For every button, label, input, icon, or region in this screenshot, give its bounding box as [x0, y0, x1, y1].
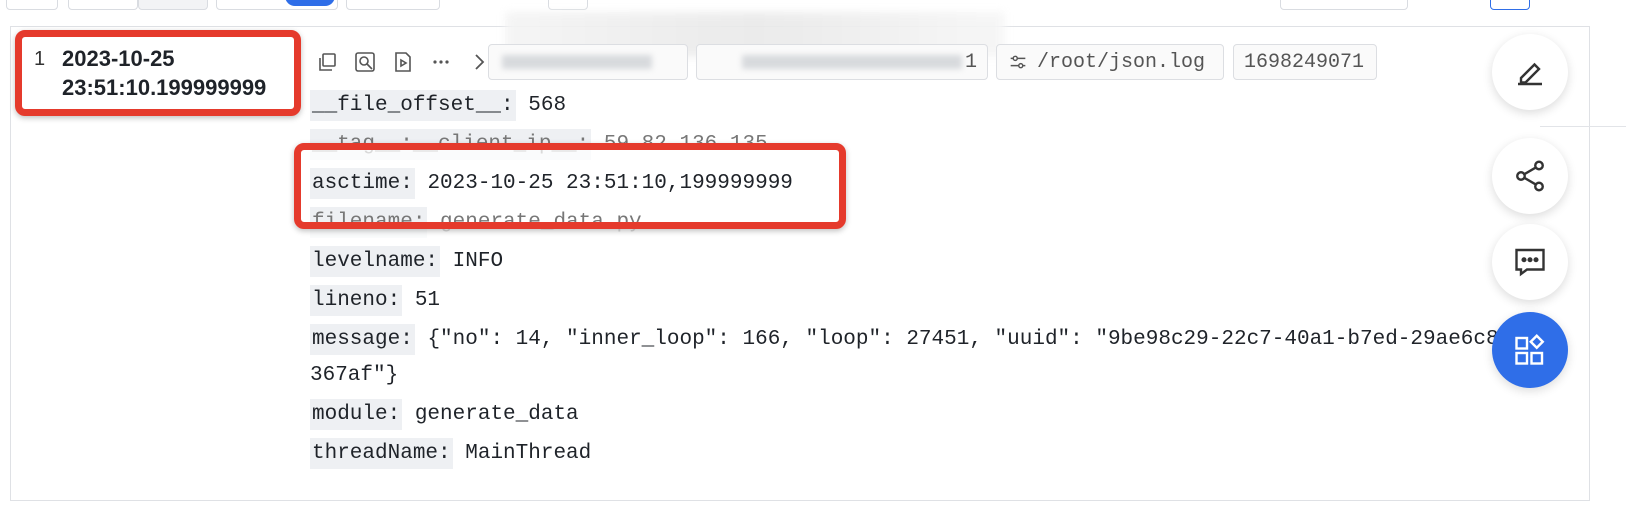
field-key[interactable]: lineno:: [310, 285, 403, 316]
field-value[interactable]: generate_data: [415, 403, 579, 426]
field-value[interactable]: generate_data.py: [440, 211, 642, 234]
comment-button[interactable]: [1492, 224, 1568, 300]
toolbar-button-1[interactable]: [6, 0, 58, 10]
field-levelname: levelname: INFO: [310, 244, 1550, 280]
more-icon[interactable]: [422, 46, 460, 78]
tag-path-value: /root/json.log: [1037, 50, 1206, 74]
settings-sliders-icon: [1010, 55, 1026, 69]
field-lineno: lineno: 51: [310, 283, 1550, 319]
field-filename: filename: generate_data.py: [310, 205, 1550, 243]
field-key[interactable]: filename:: [310, 207, 428, 238]
toolbar-button-4[interactable]: [346, 0, 440, 10]
field-asctime: asctime: 2023-10-25 23:51:10,199999999: [310, 166, 1550, 202]
field-threadname: threadName: MainThread: [310, 436, 1550, 472]
field-value[interactable]: 51: [415, 289, 440, 312]
row-timestamp: 2023-10-25 23:51:10.199999999: [62, 44, 292, 102]
toolbar-button-5[interactable]: [548, 0, 588, 10]
field-value[interactable]: 59.82.136.135: [604, 133, 768, 156]
row-time: 23:51:10.199999999: [62, 75, 267, 100]
field-value[interactable]: 2023-10-25 23:51:10,199999999: [427, 172, 792, 195]
toolbar-button-3[interactable]: [138, 0, 208, 10]
tag-source[interactable]: 1: [696, 44, 988, 80]
field-key[interactable]: message:: [310, 324, 415, 355]
field-client-ip: __tag__:__client_ip__: 59.82.136.135: [310, 127, 1550, 165]
share-icon: [1516, 160, 1544, 192]
comment-icon: [1515, 248, 1545, 277]
blurred-text: [741, 55, 962, 69]
field-module: module: generate_data: [310, 397, 1550, 433]
copy-icon[interactable]: [308, 46, 346, 78]
field-file-offset: __file_offset__: 568: [310, 88, 1550, 124]
tag-source-blurred[interactable]: [488, 44, 688, 80]
apps-icon: [1515, 334, 1545, 365]
share-button[interactable]: [1492, 138, 1568, 214]
field-key[interactable]: asctime:: [310, 168, 415, 199]
toolbar-button-7[interactable]: [1490, 0, 1530, 10]
row-date: 2023-10-25: [62, 46, 175, 71]
toolbar-button-2[interactable]: [68, 0, 138, 10]
search-context-icon[interactable]: [346, 46, 384, 78]
field-key[interactable]: levelname:: [310, 246, 441, 277]
field-value[interactable]: MainThread: [465, 442, 591, 465]
log-fields: __file_offset__: 568 __tag__:__client_ip…: [310, 88, 1550, 475]
fab-divider: [1540, 126, 1626, 127]
field-key[interactable]: __tag__:__client_ip__:: [310, 129, 592, 160]
field-key[interactable]: module:: [310, 399, 403, 430]
top-toolbar: [0, 0, 1626, 12]
tag-timestamp[interactable]: 1698249071: [1233, 44, 1377, 80]
row-toolbar: [308, 46, 498, 78]
play-icon[interactable]: [384, 46, 422, 78]
field-value[interactable]: 568: [528, 94, 566, 117]
toolbar-toggle-indicator: [285, 0, 335, 6]
edit-icon: [1518, 62, 1542, 86]
field-key[interactable]: __file_offset__:: [310, 90, 516, 121]
edit-button[interactable]: [1492, 34, 1568, 110]
toolbar-button-6[interactable]: [1280, 0, 1408, 10]
tag-timestamp-value: 1698249071: [1244, 50, 1365, 74]
field-key[interactable]: threadName:: [310, 438, 453, 469]
row-index: 1: [34, 48, 46, 70]
tag-source-value: 1: [964, 50, 977, 74]
field-value[interactable]: INFO: [453, 250, 503, 273]
field-message: message: {"no": 14, "inner_loop": 166, "…: [310, 322, 1500, 394]
apps-button[interactable]: [1492, 312, 1568, 388]
blurred-text: [502, 55, 652, 69]
field-value[interactable]: {"no": 14, "inner_loop": 166, "loop": 27…: [310, 328, 1499, 387]
tag-path[interactable]: /root/json.log: [996, 44, 1224, 80]
